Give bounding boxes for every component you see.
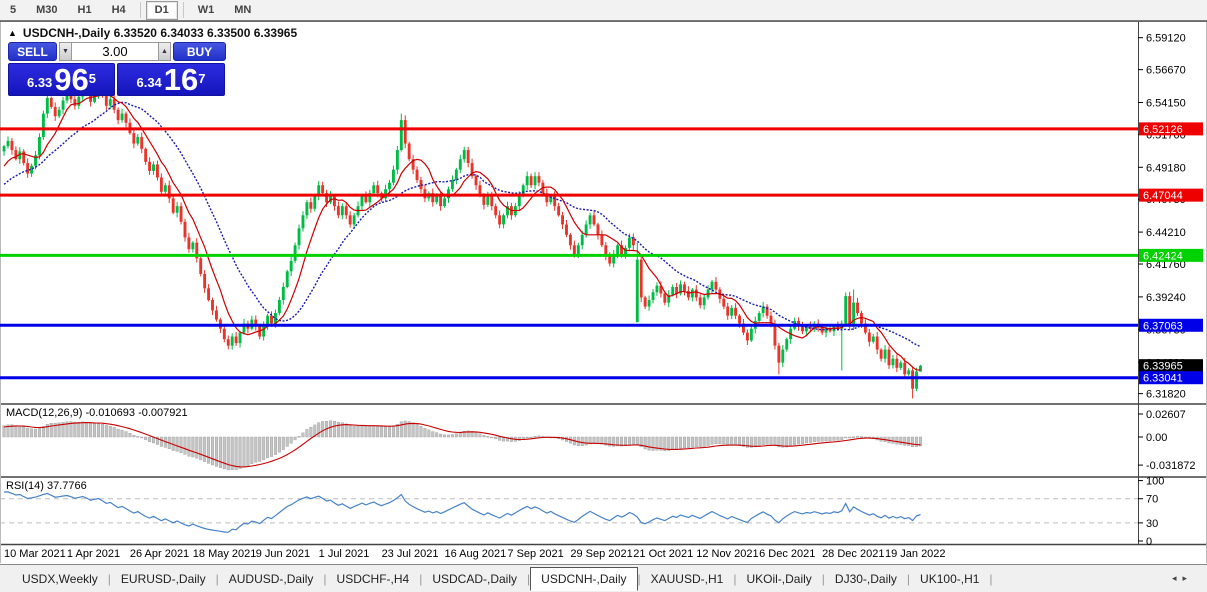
svg-text:16 Aug 2021: 16 Aug 2021: [444, 548, 506, 560]
mt4-window: { "toolbar": { "timeframes": [ {"label":…: [0, 0, 1207, 592]
tab-scroll-arrows[interactable]: ◂▸: [1172, 573, 1193, 584]
macd-histogram: [3, 421, 922, 470]
bid-price-box[interactable]: 6.33 96 5: [8, 63, 115, 96]
svg-text:6.59120: 6.59120: [1146, 33, 1186, 45]
toolbar-separator: [183, 2, 184, 18]
timeframe-button-w1[interactable]: W1: [189, 1, 224, 20]
one-click-trade-panel: SELL ▼ 3.00 ▲ BUY 6.33 96 5 6.34 16 7: [8, 42, 226, 96]
chart-tab-usdchf-[interactable]: USDCHF-,H4: [327, 568, 420, 590]
chart-title: ▲ USDCNH-,Daily 6.33520 6.34033 6.33500 …: [8, 26, 297, 40]
timeframe-button-h4[interactable]: H4: [103, 1, 135, 20]
tab-separator: |: [989, 572, 992, 586]
svg-text:6.49180: 6.49180: [1146, 162, 1186, 174]
volume-input[interactable]: 3.00: [72, 42, 158, 61]
svg-text:0.02607: 0.02607: [1146, 409, 1186, 421]
chart-title-text: USDCNH-,Daily 6.33520 6.34033 6.33500 6.…: [23, 26, 297, 40]
svg-text:23 Jul 2021: 23 Jul 2021: [382, 548, 439, 560]
rsi-panel-content: [0, 492, 1138, 532]
ask-price-box[interactable]: 6.34 16 7: [117, 63, 225, 96]
rsi-axis: 100 70 30 0: [1138, 476, 1164, 548]
svg-text:100: 100: [1146, 476, 1164, 488]
toolbar-separator: [140, 2, 141, 18]
sell-button[interactable]: SELL: [8, 42, 57, 61]
svg-text:6.37063: 6.37063: [1143, 320, 1183, 332]
svg-text:9 Jun 2021: 9 Jun 2021: [256, 548, 310, 560]
chart-tab-xauusd-[interactable]: XAUUSD-,H1: [641, 568, 734, 590]
svg-text:6.33965: 6.33965: [1143, 361, 1183, 373]
svg-text:6.56670: 6.56670: [1146, 65, 1186, 77]
svg-text:29 Sep 2021: 29 Sep 2021: [570, 548, 632, 560]
timeframe-button-h1[interactable]: H1: [69, 1, 101, 20]
buy-button[interactable]: BUY: [173, 42, 226, 61]
svg-text:0.00: 0.00: [1146, 432, 1167, 444]
chart-tab-usdx[interactable]: USDX,Weekly: [12, 568, 108, 590]
timeframe-button-d1[interactable]: D1: [146, 1, 178, 20]
chart-tab-eurusd-[interactable]: EURUSD-,Daily: [111, 568, 216, 590]
price-level-label: 6.52126: [1139, 122, 1203, 136]
timeframe-toolbar: 5M30H1H4 D1 W1MN: [0, 0, 1207, 21]
chart-tab-usdcad-[interactable]: USDCAD-,Daily: [422, 568, 527, 590]
chart-tab-usdcnh-[interactable]: USDCNH-,Daily: [530, 567, 637, 591]
ask-price-big: 16: [164, 67, 198, 93]
svg-text:70: 70: [1146, 494, 1158, 506]
timeframe-button-m30[interactable]: M30: [27, 1, 66, 20]
bid-price-big: 96: [54, 67, 88, 93]
svg-text:6 Dec 2021: 6 Dec 2021: [759, 548, 815, 560]
svg-text:28 Dec 2021: 28 Dec 2021: [822, 548, 884, 560]
svg-text:30: 30: [1146, 518, 1158, 530]
macd-axis: 0.02607 0.00 -0.031872: [1138, 409, 1196, 472]
date-axis[interactable]: 10 Mar 20211 Apr 2021 26 Apr 2021 18 May 2…: [4, 548, 946, 560]
svg-text:-0.031872: -0.031872: [1146, 460, 1196, 472]
chart-tab-uk100-[interactable]: UK100-,H1: [910, 568, 989, 590]
price-level-label: 6.42424: [1139, 249, 1203, 263]
price-level-label: 6.33041: [1139, 371, 1203, 385]
price-level-label: 6.37063: [1139, 319, 1203, 333]
chart-tab-ukoil-[interactable]: UKOil-,Daily: [736, 568, 821, 590]
volume-increase-button[interactable]: ▲: [158, 42, 171, 61]
chart-tab-bar: USDX,Weekly|EURUSD-,Daily|AUDUSD-,Daily|…: [0, 564, 1207, 592]
chart-tab-audusd-[interactable]: AUDUSD-,Daily: [219, 568, 324, 590]
price-axis: 6.591206.566706.541506.517006.491806.467…: [1138, 33, 1186, 401]
svg-text:6.31820: 6.31820: [1146, 389, 1186, 401]
price-level-label: 6.47044: [1139, 189, 1203, 203]
svg-text:6.54150: 6.54150: [1146, 97, 1186, 109]
svg-text:18 May 2021: 18 May 2021: [193, 548, 257, 560]
horizontal-level-lines[interactable]: [0, 129, 1138, 378]
svg-text:1 Apr 2021: 1 Apr 2021: [67, 548, 120, 560]
svg-text:10 Mar 2021: 10 Mar 2021: [4, 548, 66, 560]
svg-text:21 Oct 2021: 21 Oct 2021: [633, 548, 693, 560]
chart-tab-dj30-[interactable]: DJ30-,Daily: [825, 568, 907, 590]
ask-price-sup: 7: [198, 64, 205, 94]
bid-price-small: 6.33: [27, 73, 52, 93]
macd-label: MACD(12,26,9) -0.010693 -0.007921: [6, 407, 188, 419]
svg-text:0: 0: [1146, 536, 1152, 548]
timeframe-button-mn[interactable]: MN: [225, 1, 260, 20]
svg-text:19 Jan 2022: 19 Jan 2022: [885, 548, 946, 560]
svg-text:1 Jul 2021: 1 Jul 2021: [319, 548, 370, 560]
svg-text:6.39240: 6.39240: [1146, 292, 1186, 304]
svg-text:6.44210: 6.44210: [1146, 227, 1186, 239]
collapse-triangle-icon[interactable]: ▲: [8, 28, 17, 38]
svg-text:6.33041: 6.33041: [1143, 373, 1183, 385]
svg-text:7 Sep 2021: 7 Sep 2021: [507, 548, 563, 560]
rsi-label: RSI(14) 37.7766: [6, 480, 87, 492]
timeframe-button-5[interactable]: 5: [1, 1, 25, 20]
ask-price-small: 6.34: [136, 73, 161, 93]
svg-text:6.52126: 6.52126: [1143, 124, 1183, 136]
bid-price-sup: 5: [89, 64, 96, 94]
price-level-label: 6.33965: [1139, 359, 1203, 373]
volume-stepper: ▼ 3.00 ▲: [59, 42, 171, 61]
svg-text:6.47044: 6.47044: [1143, 190, 1183, 202]
volume-decrease-button[interactable]: ▼: [59, 42, 72, 61]
svg-text:6.42424: 6.42424: [1143, 250, 1183, 262]
svg-text:26 Apr 2021: 26 Apr 2021: [130, 548, 189, 560]
svg-text:12 Nov 2021: 12 Nov 2021: [696, 548, 758, 560]
